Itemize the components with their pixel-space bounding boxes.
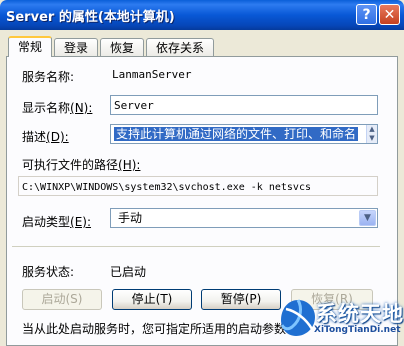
title-bar: Server 的属性(本地计算机) ? ✕ [0,0,404,30]
chevron-down-icon[interactable]: ▼ [359,210,376,226]
pause-button[interactable]: 暂停(P) [201,289,281,310]
tab-logon[interactable]: 登录 [54,38,98,56]
display-name-field[interactable]: Server [110,95,378,115]
description-scroll-icon[interactable]: ▲ ▼ [366,125,377,143]
startup-type-select[interactable]: 手动 ▼ [110,208,378,228]
startup-type-label: 启动类型(E): [22,215,92,229]
exe-path-label: 可执行文件的路径(H): [22,158,141,172]
tab-recovery[interactable]: 恢复 [100,38,144,56]
service-name-value: LanmanServer [112,68,192,81]
description-field[interactable]: 支持此计算机通过网络的文件、打印、和命名 ▲ ▼ [110,124,378,144]
description-label: 描述(D): [22,130,69,144]
display-name-label: 显示名称(N): [22,101,93,115]
site-logo-icon [280,299,315,336]
site-logo: 系统天地 XiTongTianDi.net [276,296,404,341]
close-button[interactable]: ✕ [379,4,400,25]
service-status-value: 已启动 [110,265,147,279]
tab-general[interactable]: 常规 [8,36,52,57]
help-button[interactable]: ? [356,4,377,25]
service-name-label: 服务名称: [22,70,75,84]
start-button[interactable]: 启动(S) [22,289,102,310]
hint-text: 当从此处启动服务时，您可指定所适用的启动参数 [22,322,287,336]
logo-main-text: 系统天地 [316,302,404,326]
exe-path-field: C:\WINXP\WINDOWS\system32\svchost.exe -k… [18,176,378,196]
window-title: Server 的属性(本地计算机) [6,10,175,25]
description-selected-text: 支持此计算机通过网络的文件、打印、和命名 [114,127,359,141]
logo-sub-text: XiTongTianDi.net [314,325,401,335]
divider [12,246,380,247]
tab-dependencies[interactable]: 依存关系 [146,38,214,56]
service-status-label: 服务状态: [22,265,75,279]
stop-button[interactable]: 停止(T) [112,289,192,310]
